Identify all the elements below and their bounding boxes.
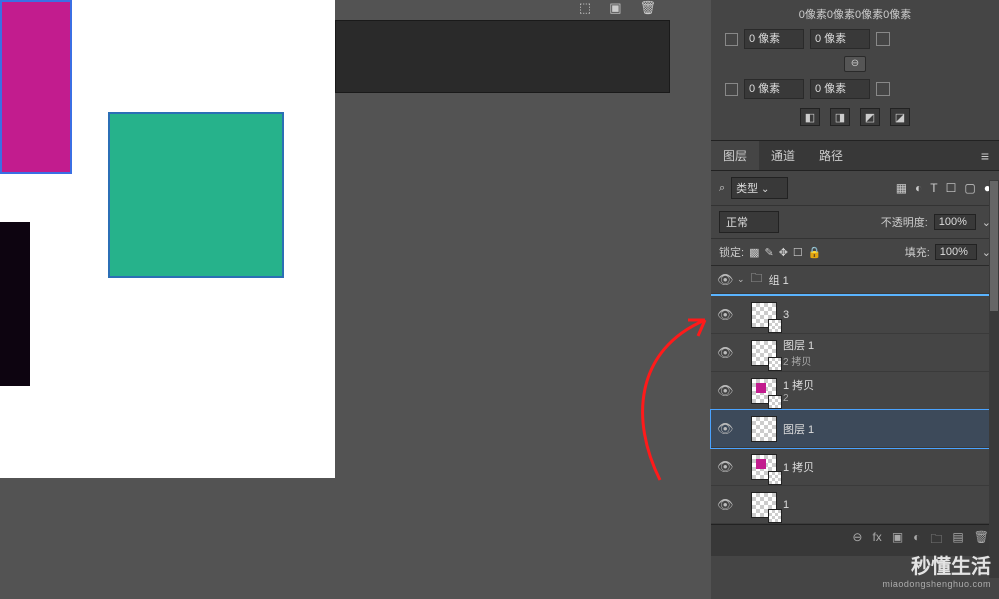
- opacity-input[interactable]: 100%: [934, 214, 976, 230]
- tab-paths[interactable]: 路径: [807, 141, 855, 170]
- tab-layers[interactable]: 图层: [711, 141, 759, 170]
- shape-teal[interactable]: [108, 112, 284, 278]
- shape-black[interactable]: [0, 222, 30, 386]
- lock-move-icon[interactable]: ✥: [779, 246, 788, 259]
- layer-item[interactable]: 👁 图层 1 2 拷贝: [711, 334, 999, 372]
- corner-check-2[interactable]: [725, 83, 738, 96]
- canvas[interactable]: [0, 0, 335, 478]
- fill-input[interactable]: 100%: [935, 244, 977, 260]
- camera-icon[interactable]: ▣: [609, 0, 621, 22]
- opacity-label: 不透明度:: [881, 214, 928, 230]
- layer-thumb[interactable]: [751, 340, 777, 366]
- layer-label: 图层 1: [783, 421, 814, 437]
- layer-thumb[interactable]: [751, 454, 777, 480]
- layers-scrollbar[interactable]: [989, 180, 999, 578]
- layer-label: 图层 1: [783, 340, 814, 352]
- path-unite-icon[interactable]: ◧: [800, 108, 820, 126]
- merge-icon[interactable]: ⬚: [579, 0, 591, 22]
- trash-icon[interactable]: 🗑: [639, 0, 656, 22]
- layers-list: 👁 ⌄ 🗀 组 1 👁 3 👁 图层 1 2 拷贝 👁 1 拷贝 2: [711, 266, 999, 524]
- corner-input-tl[interactable]: 0 像素: [744, 29, 804, 49]
- filter-smart-icon[interactable]: ▢: [964, 181, 975, 195]
- watermark: 秒懂生活 miaodongshenghuo.com: [882, 550, 991, 589]
- layer-item[interactable]: 👁 1 拷贝: [711, 448, 999, 486]
- pathfinder-ops: ◧ ◨ ◩ ◪: [719, 102, 991, 136]
- filter-type-select[interactable]: 类型: [731, 177, 788, 199]
- layer-item[interactable]: 👁 1 拷贝 2: [711, 372, 999, 410]
- corner-input-br[interactable]: 0 像素: [810, 79, 870, 99]
- filter-pixel-icon[interactable]: ▦: [896, 181, 907, 195]
- visibility-icon[interactable]: 👁: [717, 345, 731, 361]
- artboard-strip: [335, 20, 670, 93]
- collapse-icon[interactable]: ⌄: [737, 274, 745, 285]
- adjustment-icon[interactable]: ◐: [913, 530, 920, 551]
- layer-label: 3: [783, 309, 789, 321]
- path-subtract-icon[interactable]: ◨: [830, 108, 850, 126]
- blend-mode-select[interactable]: 正常: [719, 211, 779, 233]
- corner-input-bl[interactable]: 0 像素: [744, 79, 804, 99]
- tab-channels[interactable]: 通道: [759, 141, 807, 170]
- watermark-title: 秒懂生活: [882, 550, 991, 579]
- visibility-icon[interactable]: 👁: [717, 497, 731, 513]
- panel-tabs: 图层 通道 路径 ≡: [711, 140, 999, 171]
- corner-check-1[interactable]: [725, 33, 738, 46]
- layer-group-1[interactable]: 👁 ⌄ 🗀 组 1: [711, 266, 999, 294]
- visibility-icon[interactable]: 👁: [717, 307, 731, 323]
- layer-filter-row: ⌕ 类型 ▦ ◐ T ☐ ▢ ●: [711, 171, 999, 206]
- layer-thumb[interactable]: [751, 378, 777, 404]
- filter-type-icon[interactable]: T: [930, 181, 937, 195]
- link-layers-icon[interactable]: ⊖: [852, 530, 862, 551]
- layer-thumb[interactable]: [751, 302, 777, 328]
- lock-pixels-icon[interactable]: ▩: [749, 246, 759, 259]
- layer-thumb[interactable]: [751, 492, 777, 518]
- visibility-icon[interactable]: 👁: [717, 421, 731, 437]
- path-exclude-icon[interactable]: ◪: [890, 108, 910, 126]
- corner-input-tr[interactable]: 0 像素: [810, 29, 870, 49]
- layer-item-selected[interactable]: 👁 图层 1: [711, 410, 999, 448]
- filter-adjust-icon[interactable]: ◐: [915, 181, 922, 195]
- fx-icon[interactable]: fx: [872, 530, 881, 551]
- watermark-url: miaodongshenghuo.com: [882, 579, 991, 589]
- visibility-icon[interactable]: 👁: [717, 459, 731, 475]
- corner-toggle-1[interactable]: [876, 32, 890, 46]
- doc-toolbar: ⬚ ▣ 🗑: [462, 0, 672, 22]
- layer-label: 1: [783, 499, 789, 511]
- mask-icon[interactable]: ▣: [892, 530, 903, 551]
- visibility-icon[interactable]: 👁: [717, 272, 731, 288]
- visibility-icon[interactable]: 👁: [717, 383, 731, 399]
- blend-row: 正常 不透明度: 100% ⌄: [711, 206, 999, 239]
- lock-artboard-icon[interactable]: ☐: [793, 246, 803, 259]
- new-layer-icon[interactable]: ▤: [952, 530, 963, 551]
- corner-toggle-2[interactable]: [876, 82, 890, 96]
- lock-brush-icon[interactable]: ✎: [764, 246, 773, 259]
- filter-shape-icon[interactable]: ☐: [946, 181, 957, 195]
- layer-label: 1 拷贝: [783, 380, 814, 392]
- right-panel: 0像素0像素0像素0像素 0 像素 0 像素 ⊖ 0 像素 0 像素 ◧ ◨ ◩…: [711, 0, 999, 599]
- lock-label: 锁定:: [719, 244, 744, 260]
- lock-all-icon[interactable]: 🔒: [808, 246, 822, 259]
- panel-menu-icon[interactable]: ≡: [971, 148, 999, 164]
- layer-item[interactable]: 👁 3: [711, 296, 999, 334]
- path-intersect-icon[interactable]: ◩: [860, 108, 880, 126]
- layer-label: 组 1: [769, 272, 789, 288]
- shape-magenta[interactable]: [0, 0, 72, 174]
- layer-sublabel: 2: [783, 393, 814, 404]
- fill-label: 填充:: [905, 244, 930, 260]
- link-corners-icon[interactable]: ⊖: [844, 56, 866, 72]
- corner-radius-summary: 0像素0像素0像素0像素: [719, 4, 991, 26]
- folder-icon: 🗀: [751, 269, 763, 290]
- layer-thumb[interactable]: [751, 416, 777, 442]
- search-icon: ⌕: [719, 182, 725, 195]
- layer-sublabel: 2 拷贝: [783, 353, 814, 368]
- layer-label: 1 拷贝: [783, 459, 814, 475]
- delete-icon[interactable]: 🗑: [974, 530, 989, 551]
- group-icon[interactable]: 🗀: [930, 530, 942, 551]
- properties-panel: 0像素0像素0像素0像素 0 像素 0 像素 ⊖ 0 像素 0 像素 ◧ ◨ ◩…: [711, 0, 999, 140]
- lock-row: 锁定: ▩ ✎ ✥ ☐ 🔒 填充: 100% ⌄: [711, 239, 999, 266]
- layer-item[interactable]: 👁 1: [711, 486, 999, 524]
